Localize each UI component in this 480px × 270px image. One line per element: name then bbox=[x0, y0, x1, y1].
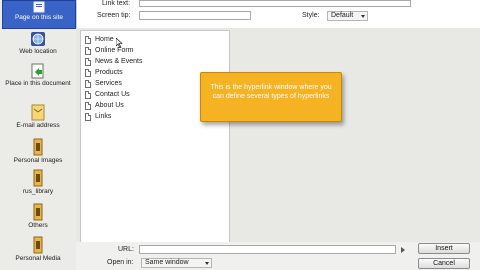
style-label: Style: bbox=[302, 12, 320, 19]
sidebar-item-place-in-document[interactable]: Place in this document bbox=[2, 63, 74, 101]
page-site-icon bbox=[33, 1, 45, 13]
tree-item-label: Online Form bbox=[95, 47, 134, 54]
open-in-select-value: Same window bbox=[145, 259, 189, 266]
sidebar-label: Personal Media bbox=[15, 255, 61, 262]
tree-item-label: Home bbox=[95, 36, 114, 43]
screen-tip-input[interactable] bbox=[139, 11, 251, 20]
page-icon bbox=[85, 102, 91, 110]
sidebar-item-personal-images[interactable]: Personal Images bbox=[2, 138, 74, 165]
insert-button[interactable]: Insert bbox=[418, 243, 470, 254]
chevron-down-icon bbox=[205, 262, 209, 265]
tree-item-label: News & Events bbox=[95, 58, 143, 65]
sidebar-item-personal-media[interactable]: Personal Media bbox=[2, 236, 74, 266]
page-icon bbox=[85, 47, 91, 55]
callout-text: This is the hyperlink window where you c… bbox=[210, 84, 332, 100]
tree-item-label: Links bbox=[95, 113, 112, 120]
page-icon bbox=[85, 113, 91, 121]
sidebar-item-web-location[interactable]: Web location bbox=[2, 31, 74, 59]
sidebar-label: Place in this document bbox=[5, 80, 71, 87]
open-in-label: Open in: bbox=[107, 259, 134, 266]
tree-item-label: Services bbox=[95, 80, 122, 87]
page-icon bbox=[85, 91, 91, 99]
mouse-cursor-icon bbox=[116, 38, 123, 48]
sidebar-item-others[interactable]: Others bbox=[2, 203, 74, 231]
tree-item-news-events[interactable]: News & Events bbox=[85, 57, 143, 67]
globe-icon bbox=[31, 32, 45, 46]
arrow-right-icon[interactable] bbox=[401, 247, 405, 253]
site-tree-panel[interactable]: Home Online Form News & Events Products … bbox=[80, 30, 230, 243]
tree-item-services[interactable]: Services bbox=[85, 79, 122, 89]
tree-item-home[interactable]: Home bbox=[85, 35, 114, 45]
tree-item-online-form[interactable]: Online Form bbox=[85, 46, 134, 56]
tree-item-contact-us[interactable]: Contact Us bbox=[85, 90, 130, 100]
sidebar-label: Others bbox=[28, 222, 48, 229]
chevron-down-icon bbox=[361, 15, 365, 18]
page-icon bbox=[85, 36, 91, 44]
folder-icon bbox=[33, 203, 43, 221]
document-place-icon bbox=[31, 63, 44, 79]
tree-item-links[interactable]: Links bbox=[85, 112, 112, 122]
sidebar-label: Web location bbox=[19, 48, 57, 55]
page-icon bbox=[85, 58, 91, 66]
sidebar-item-page-on-this-site[interactable]: Page on this site bbox=[2, 0, 76, 29]
page-icon bbox=[85, 69, 91, 77]
sidebar-label: rus_library bbox=[22, 188, 54, 195]
screen-tip-label: Screen tip: bbox=[97, 12, 131, 19]
sidebar-label: Personal Images bbox=[13, 157, 63, 164]
tree-item-label: Contact Us bbox=[95, 91, 130, 98]
link-text-input[interactable] bbox=[139, 0, 411, 7]
link-type-sidebar: Page on this site Web location Place in … bbox=[0, 0, 77, 270]
folder-icon bbox=[33, 169, 43, 187]
link-text-label: Link text: bbox=[102, 0, 131, 7]
email-icon bbox=[31, 104, 45, 121]
tree-item-products[interactable]: Products bbox=[85, 68, 123, 78]
cancel-button[interactable]: Cancel bbox=[418, 258, 470, 269]
url-input[interactable] bbox=[139, 245, 396, 254]
url-label: URL: bbox=[118, 246, 134, 253]
tree-item-label: Products bbox=[95, 69, 123, 76]
style-select[interactable]: Default bbox=[327, 11, 368, 21]
folder-icon bbox=[33, 138, 43, 156]
style-select-value: Default bbox=[331, 12, 354, 19]
tutorial-callout: This is the hyperlink window where you c… bbox=[200, 72, 342, 122]
sidebar-item-email-address[interactable]: E-mail address bbox=[2, 104, 74, 133]
sidebar-label: Page on this site bbox=[14, 14, 64, 21]
page-icon bbox=[85, 80, 91, 88]
sidebar-item-rus-library[interactable]: rus_library bbox=[2, 169, 74, 197]
folder-icon bbox=[33, 236, 43, 254]
tree-item-label: About Us bbox=[95, 102, 124, 109]
tree-item-about-us[interactable]: About Us bbox=[85, 101, 124, 111]
open-in-select[interactable]: Same window bbox=[141, 258, 212, 268]
sidebar-label: E-mail address bbox=[16, 122, 60, 129]
